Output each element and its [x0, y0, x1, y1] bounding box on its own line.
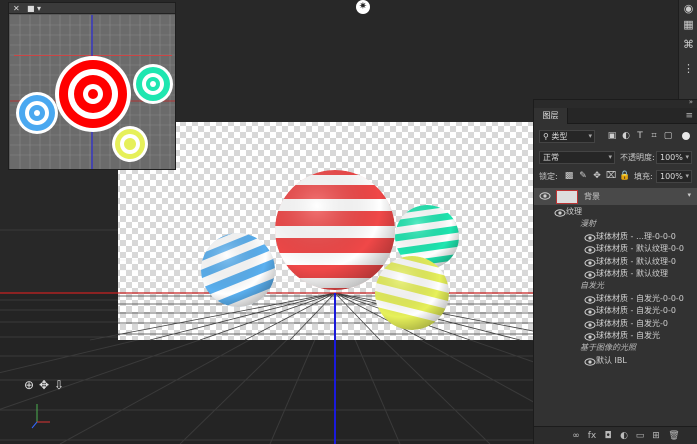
lock-paint-icon[interactable]: ✎ — [577, 170, 589, 182]
fill-input[interactable]: 100% ▾ — [656, 170, 692, 183]
secondary-view-toolbar: ✕ ■ ▾ — [9, 3, 175, 14]
shape-filter-icon[interactable]: ⌗ — [648, 130, 660, 142]
dolly-icon[interactable]: ⇩ — [52, 378, 66, 392]
orbit-icon[interactable]: ⊕ — [22, 378, 36, 392]
delete-layer-icon[interactable]: 🗑 — [668, 430, 680, 442]
chevron-down-icon: ▾ — [685, 172, 689, 180]
filter-kind-select[interactable]: ⚲ 类型 ▾ — [539, 130, 595, 143]
collapse-icon[interactable]: » — [689, 98, 693, 106]
opacity-value: 100% — [660, 153, 683, 162]
layer-style-icon[interactable]: fx — [586, 430, 598, 442]
layer-item[interactable]: 默认 IBL — [596, 355, 627, 367]
visibility-eye-icon[interactable] — [584, 257, 596, 269]
panel-menu-icon[interactable]: ≡ — [685, 111, 693, 121]
lock-transparent-icon[interactable]: ▩ — [563, 170, 575, 182]
chevron-down-icon: ▾ — [608, 153, 612, 161]
visibility-eye-icon[interactable] — [584, 269, 596, 281]
chevron-down-icon[interactable]: ▾ — [687, 191, 691, 199]
filter-toggle-switch[interactable] — [682, 132, 690, 140]
secondary-view-canvas[interactable] — [10, 15, 175, 169]
chevron-down-icon: ▾ — [685, 153, 689, 161]
lock-artboard-icon[interactable]: ⌧ — [605, 170, 617, 182]
visibility-eye-icon[interactable] — [584, 244, 596, 256]
group-name[interactable]: 纹理 — [566, 206, 582, 218]
layer-item[interactable]: 球体材质 - 自发光-0-0-0 — [596, 293, 684, 305]
blend-mode-select[interactable]: 正常 ▾ — [539, 151, 615, 164]
filter-kind-value: 类型 — [551, 132, 568, 141]
chevron-down-icon: ▾ — [588, 132, 592, 140]
fill-label: 填充: — [634, 172, 653, 181]
layer-item[interactable]: 球体材质 - 自发光 — [596, 330, 660, 342]
lock-all-icon[interactable]: 🔒 — [619, 170, 631, 182]
adjustment-layer-icon[interactable]: ◐ — [618, 430, 630, 442]
layer-item[interactable]: 球体材质 - 自发光-0 — [596, 318, 668, 330]
layers-panel: » 图层 ≡ ⚲ 类型 ▾ ▣ ◐ T ⌗ ▢ 正常 ▾ 不透明度: 100% … — [533, 98, 697, 444]
top-view-sphere-blue — [16, 92, 58, 134]
smart-filter-icon[interactable]: ▢ — [662, 130, 674, 142]
section-label: 漫射 — [580, 219, 596, 229]
visibility-eye-icon[interactable] — [539, 190, 551, 202]
chevron-down-icon[interactable]: ▾ — [37, 3, 41, 14]
tab-layers[interactable]: 图层 — [534, 108, 568, 124]
top-view-sphere-teal — [133, 64, 173, 104]
layer-item[interactable]: 球体材质 - 默认纹理-0 — [596, 256, 676, 268]
fill-value: 100% — [660, 172, 683, 181]
new-layer-icon[interactable]: ⊞ — [650, 430, 662, 442]
section-label: 基于图像的光照 — [580, 343, 636, 353]
top-view-sphere-red — [55, 56, 131, 132]
view-icon[interactable]: ◉ — [682, 2, 695, 15]
layers-list[interactable]: ▾ 背景 纹理 漫射 球体材质 - …理-0-0-0 球体材质 - 默认纹理-0-0 球体材… — [534, 188, 697, 406]
lock-label: 锁定: — [539, 172, 558, 181]
layer-item[interactable]: 球体材质 - 默认纹理-0-0 — [596, 243, 684, 255]
text-filter-icon[interactable]: T — [634, 130, 646, 142]
top-view-sphere-yellow — [112, 126, 148, 162]
panel-collapse-bar[interactable]: » — [534, 98, 697, 108]
opacity-input[interactable]: 100% ▾ — [656, 151, 692, 164]
add-mask-icon[interactable]: ◘ — [602, 430, 614, 442]
grid-icon[interactable]: ▦ — [682, 18, 695, 31]
visibility-eye-icon[interactable] — [584, 356, 596, 368]
layer-item[interactable]: 球体材质 - …理-0-0-0 — [596, 231, 676, 243]
adjust-filter-icon[interactable]: ◐ — [620, 130, 632, 142]
visibility-eye-icon[interactable] — [554, 207, 566, 219]
lock-position-icon[interactable]: ✥ — [591, 170, 603, 182]
visibility-eye-icon[interactable] — [584, 331, 596, 343]
camera-icon[interactable]: ■ — [27, 3, 35, 14]
light-source-icon[interactable]: ✷ — [356, 0, 370, 14]
more-options-icon[interactable]: ⋮ — [682, 62, 695, 75]
visibility-eye-icon[interactable] — [584, 232, 596, 244]
section-label: 自发光 — [580, 281, 604, 291]
layer-item[interactable]: 球体材质 - 自发光-0-0 — [596, 305, 676, 317]
panel-tab-bar: 图层 ≡ — [534, 108, 697, 124]
layer-item[interactable]: 球体材质 - 默认纹理 — [596, 268, 668, 280]
secondary-view-panel[interactable]: ✕ ■ ▾ — [8, 2, 176, 170]
pan-icon[interactable]: ✥ — [37, 378, 51, 392]
layer-name[interactable]: 背景 — [584, 191, 600, 203]
layer-thumbnail — [556, 190, 578, 204]
right-tool-strip: ◉ ▦ ⌘ ⋮ — [678, 0, 697, 100]
new-group-icon[interactable]: ▭ — [634, 430, 646, 442]
visibility-eye-icon[interactable] — [584, 319, 596, 331]
layers-bottom-bar: ∞ fx ◘ ◐ ▭ ⊞ 🗑 — [534, 426, 697, 444]
lock-row: 锁定: ▩ ✎ ✥ ⌧ 🔒 填充: 100% ▾ — [534, 170, 697, 184]
close-icon[interactable]: ✕ — [13, 3, 20, 14]
image-filter-icon[interactable]: ▣ — [606, 130, 618, 142]
blend-mode-value: 正常 — [543, 153, 559, 162]
link-layers-icon[interactable]: ∞ — [570, 430, 582, 442]
blend-row: 正常 ▾ 不透明度: 100% ▾ — [534, 151, 697, 165]
filter-row: ⚲ 类型 ▾ ▣ ◐ T ⌗ ▢ — [534, 130, 697, 144]
visibility-eye-icon[interactable] — [584, 294, 596, 306]
opacity-label: 不透明度: — [620, 153, 655, 162]
visibility-eye-icon[interactable] — [584, 306, 596, 318]
shortcut-icon[interactable]: ⌘ — [682, 38, 695, 51]
